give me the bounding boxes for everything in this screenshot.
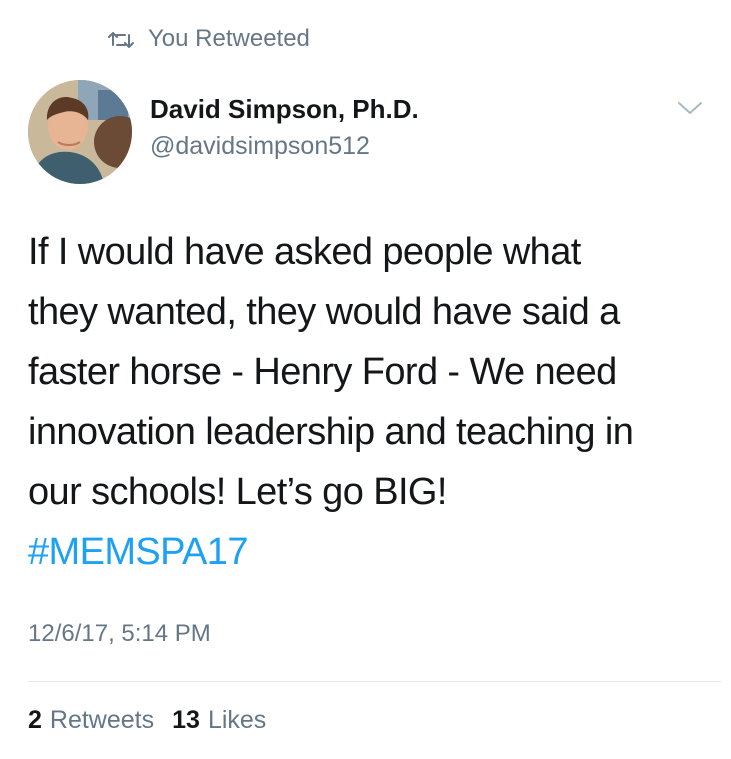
likes-stat[interactable]: 13 Likes — [172, 706, 266, 735]
tweet-text-line: innovation leadership and teaching in — [28, 411, 634, 453]
retweet-icon — [108, 29, 134, 49]
tweet-author: David Simpson, Ph.D. @davidsimpson512 — [28, 80, 707, 184]
tweet-timestamp[interactable]: 12/6/17, 5:14 PM — [28, 620, 211, 648]
retweets-count: 2 — [28, 706, 42, 734]
tweet-text: If I would have asked people what they w… — [28, 222, 708, 582]
tweet-stats: 2 Retweets 13 Likes — [28, 706, 284, 735]
author-display-name[interactable]: David Simpson, Ph.D. — [150, 94, 419, 125]
likes-count: 13 — [172, 706, 200, 734]
tweet-text-line: faster horse - Henry Ford - We need — [28, 351, 617, 393]
retweets-stat[interactable]: 2 Retweets — [28, 706, 154, 735]
retweet-context: You Retweeted — [108, 24, 310, 54]
avatar[interactable] — [28, 80, 132, 184]
hashtag-link[interactable]: #MEMSPA17 — [28, 531, 248, 573]
retweets-label: Retweets — [49, 706, 155, 734]
likes-label: Likes — [207, 706, 267, 734]
chevron-down-icon[interactable] — [677, 100, 703, 116]
tweet-text-line: they wanted, they would have said a — [28, 291, 620, 333]
author-handle[interactable]: @davidsimpson512 — [150, 132, 370, 161]
tweet-text-line: If I would have asked people what — [28, 231, 581, 273]
divider — [28, 681, 721, 682]
retweet-context-label: You Retweeted — [148, 25, 310, 52]
tweet-text-line: our schools! Let’s go BIG! — [28, 471, 447, 513]
